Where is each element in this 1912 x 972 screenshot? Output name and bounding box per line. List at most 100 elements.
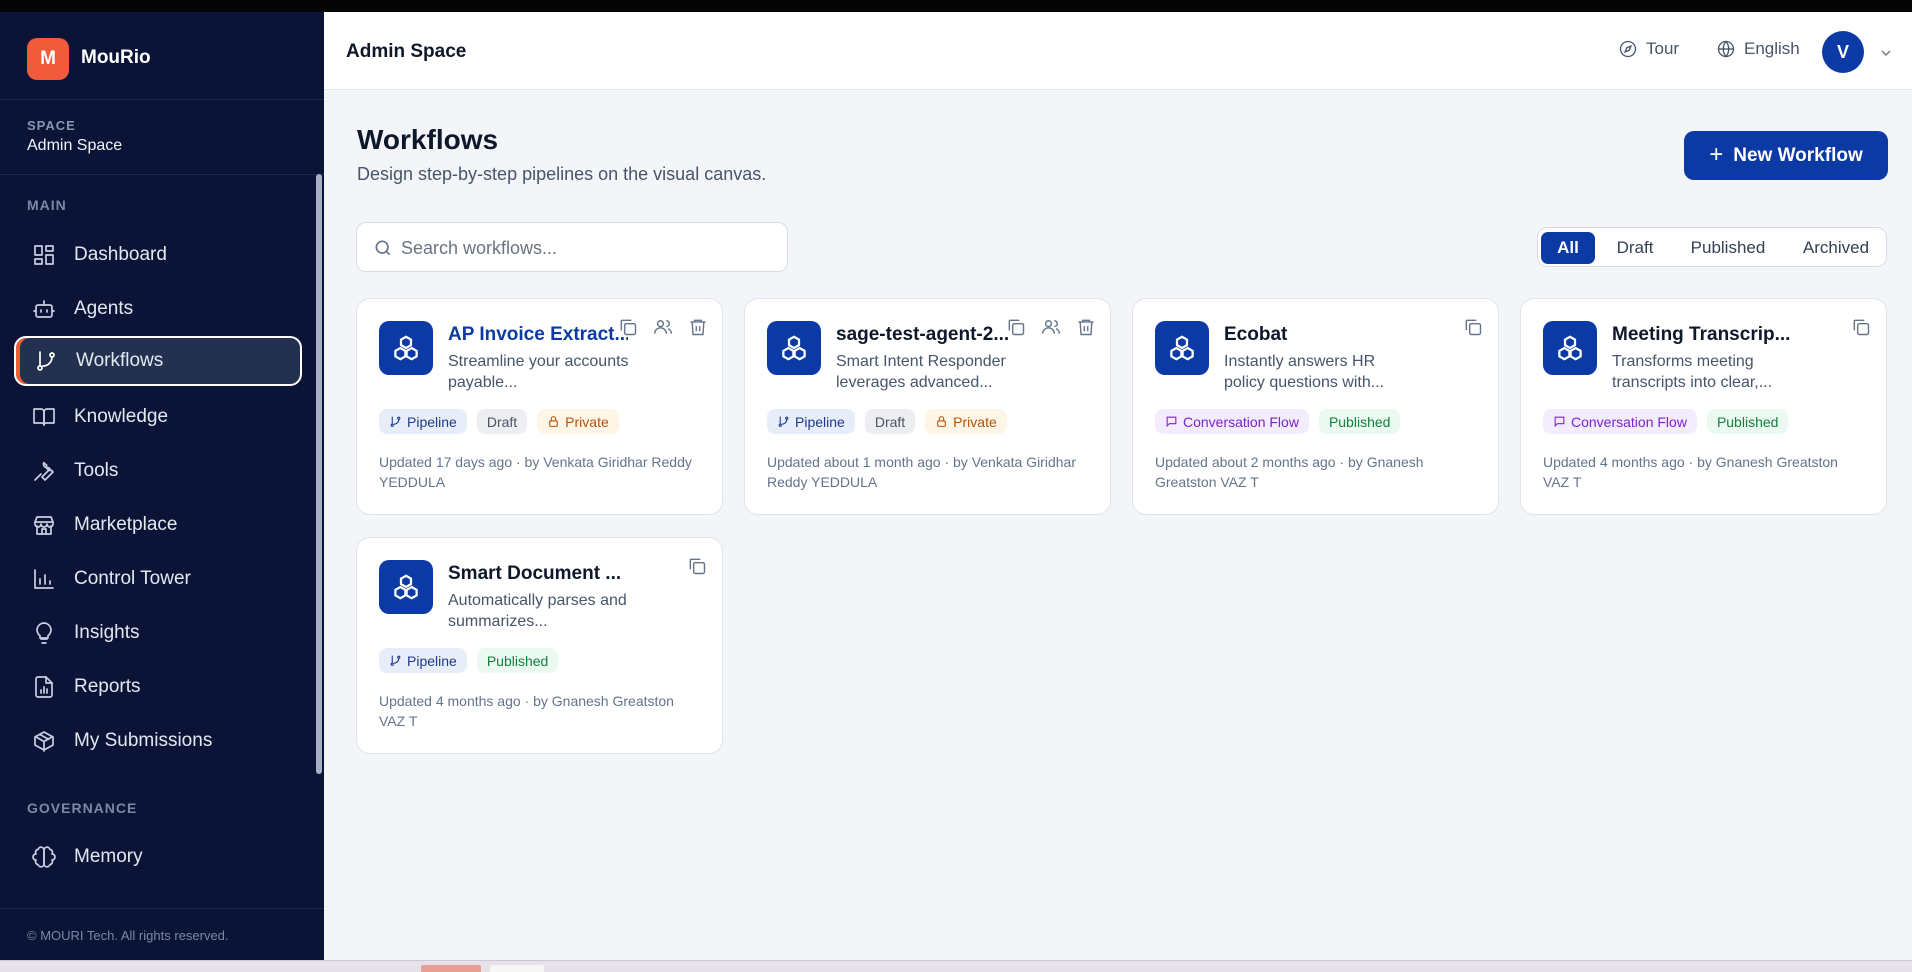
- brand: M MouRio: [0, 12, 324, 100]
- filter-published[interactable]: Published: [1676, 232, 1780, 264]
- sidebar-item-agents[interactable]: Agents: [14, 284, 302, 334]
- taskbar-tab[interactable]: [490, 965, 544, 972]
- card-badges: Conversation Flow Published: [1155, 409, 1410, 434]
- workflow-icon: [1155, 321, 1209, 375]
- copy-icon[interactable]: [1463, 317, 1483, 337]
- search-input[interactable]: [401, 235, 771, 261]
- card-title[interactable]: Meeting Transcrip...: [1612, 324, 1792, 346]
- sidebar-item-label: Dashboard: [74, 244, 167, 265]
- trash-icon[interactable]: [688, 317, 708, 337]
- card-description: Streamline your accounts payable...: [448, 353, 629, 391]
- dashboard-icon: [31, 242, 57, 268]
- trash-icon[interactable]: [1076, 317, 1096, 337]
- share-users-icon[interactable]: [1041, 317, 1061, 337]
- copy-icon[interactable]: [687, 556, 707, 576]
- wrench-icon: [31, 458, 57, 484]
- badge-published: Published: [1706, 409, 1789, 434]
- card-badges: Pipeline Draft Private: [767, 409, 1017, 434]
- card-title[interactable]: Ecobat: [1224, 324, 1404, 346]
- lock-icon: [937, 416, 947, 427]
- git-branch-icon: [390, 416, 401, 427]
- workflow-card[interactable]: Ecobat Instantly answers HR policy quest…: [1132, 298, 1499, 515]
- sidebar-item-reports[interactable]: Reports: [14, 662, 302, 712]
- copy-icon[interactable]: [1851, 317, 1871, 337]
- plus-icon: +: [1709, 140, 1724, 168]
- workflow-card[interactable]: Meeting Transcrip... Transforms meeting …: [1520, 298, 1887, 515]
- sidebar-item-label: Tools: [74, 460, 119, 481]
- filter-archived[interactable]: Archived: [1788, 232, 1884, 264]
- brain-icon: [31, 844, 57, 870]
- avatar[interactable]: V: [1822, 31, 1864, 73]
- badge-draft: Draft: [864, 409, 916, 434]
- sidebar-item-marketplace[interactable]: Marketplace: [14, 500, 302, 550]
- workflow-card[interactable]: sage-test-agent-2... Smart Intent Respon…: [744, 298, 1111, 515]
- search-box: [356, 222, 788, 272]
- copy-icon[interactable]: [618, 317, 638, 337]
- workflow-card[interactable]: AP Invoice Extract... Streamline your ac…: [356, 298, 723, 515]
- card-actions: [603, 317, 708, 337]
- git-branch-icon: [390, 655, 401, 666]
- sidebar-item-control-tower[interactable]: Control Tower: [14, 554, 302, 604]
- report-icon: [31, 674, 57, 700]
- taskbar-tab[interactable]: [421, 965, 481, 972]
- card-badges: Conversation Flow Published: [1543, 409, 1798, 434]
- page-title: Workflows: [357, 124, 499, 155]
- chevron-down-icon[interactable]: [1878, 45, 1894, 61]
- book-icon: [31, 404, 57, 430]
- taskbar: [0, 960, 1912, 972]
- badge-private: Private: [537, 409, 619, 434]
- new-workflow-button[interactable]: + New Workflow: [1684, 131, 1888, 180]
- new-workflow-label: New Workflow: [1733, 144, 1863, 166]
- card-description: Smart Intent Responder leverages advance…: [836, 353, 1006, 391]
- copy-icon[interactable]: [1006, 317, 1026, 337]
- sidebar-item-workflows[interactable]: Workflows: [14, 336, 302, 386]
- badge-private: Private: [925, 409, 1007, 434]
- share-users-icon[interactable]: [653, 317, 673, 337]
- badge-pipeline: Pipeline: [767, 409, 855, 434]
- card-actions: [672, 556, 707, 576]
- language-selector[interactable]: English: [1716, 39, 1800, 59]
- store-icon: [31, 512, 57, 538]
- sidebar-item-label: Agents: [74, 298, 134, 319]
- card-meta: Updated about 1 month ago · by Venkata G…: [767, 454, 1076, 490]
- sidebar-item-memory[interactable]: Memory: [14, 832, 302, 882]
- sidebar-item-label: Marketplace: [74, 514, 178, 535]
- status-filter-tabs: All Draft Published Archived: [1537, 227, 1887, 267]
- card-actions: [1836, 317, 1871, 337]
- card-badges: Pipeline Draft Private: [379, 409, 629, 434]
- space-selector[interactable]: SPACE Admin Space: [0, 101, 324, 175]
- brand-logo[interactable]: M: [27, 38, 69, 80]
- section-label-governance: GOVERNANCE: [27, 800, 138, 816]
- bot-icon: [31, 296, 57, 322]
- sidebar-item-label: Workflows: [76, 350, 164, 371]
- filter-all[interactable]: All: [1541, 232, 1595, 264]
- card-meta: Updated 4 months ago · by Gnanesh Greats…: [1543, 454, 1838, 490]
- message-icon: [1554, 416, 1565, 428]
- lock-icon: [549, 416, 559, 427]
- card-description: Instantly answers HR policy questions wi…: [1224, 353, 1385, 391]
- badge-draft: Draft: [476, 409, 528, 434]
- card-title[interactable]: AP Invoice Extract...: [448, 324, 628, 346]
- card-title[interactable]: Smart Document ...: [448, 563, 628, 585]
- badge-conversation-flow: Conversation Flow: [1155, 409, 1309, 434]
- sidebar-item-insights[interactable]: Insights: [14, 608, 302, 658]
- sidebar-item-my-submissions[interactable]: My Submissions: [14, 716, 302, 766]
- filter-draft[interactable]: Draft: [1602, 232, 1668, 264]
- sidebar-item-tools[interactable]: Tools: [14, 446, 302, 496]
- brand-name[interactable]: MouRio: [81, 47, 151, 69]
- card-title[interactable]: sage-test-agent-2...: [836, 324, 1016, 346]
- page-subtitle: Design step-by-step pipelines on the vis…: [357, 164, 767, 184]
- workflow-card[interactable]: Smart Document ... Automatically parses …: [356, 537, 723, 754]
- card-badges: Pipeline Published: [379, 648, 568, 673]
- message-icon: [1166, 416, 1177, 428]
- sidebar-scrollbar-thumb[interactable]: [316, 174, 322, 774]
- git-branch-icon: [33, 348, 59, 374]
- lightbulb-icon: [31, 620, 57, 646]
- space-label: SPACE: [27, 118, 76, 133]
- sidebar-item-dashboard[interactable]: Dashboard: [14, 230, 302, 280]
- sidebar-item-knowledge[interactable]: Knowledge: [14, 392, 302, 442]
- window-top-bar: [0, 0, 1912, 12]
- bar-chart-icon: [31, 566, 57, 592]
- tour-button[interactable]: Tour: [1618, 39, 1679, 59]
- card-meta: Updated 4 months ago · by Gnanesh Greats…: [379, 693, 674, 729]
